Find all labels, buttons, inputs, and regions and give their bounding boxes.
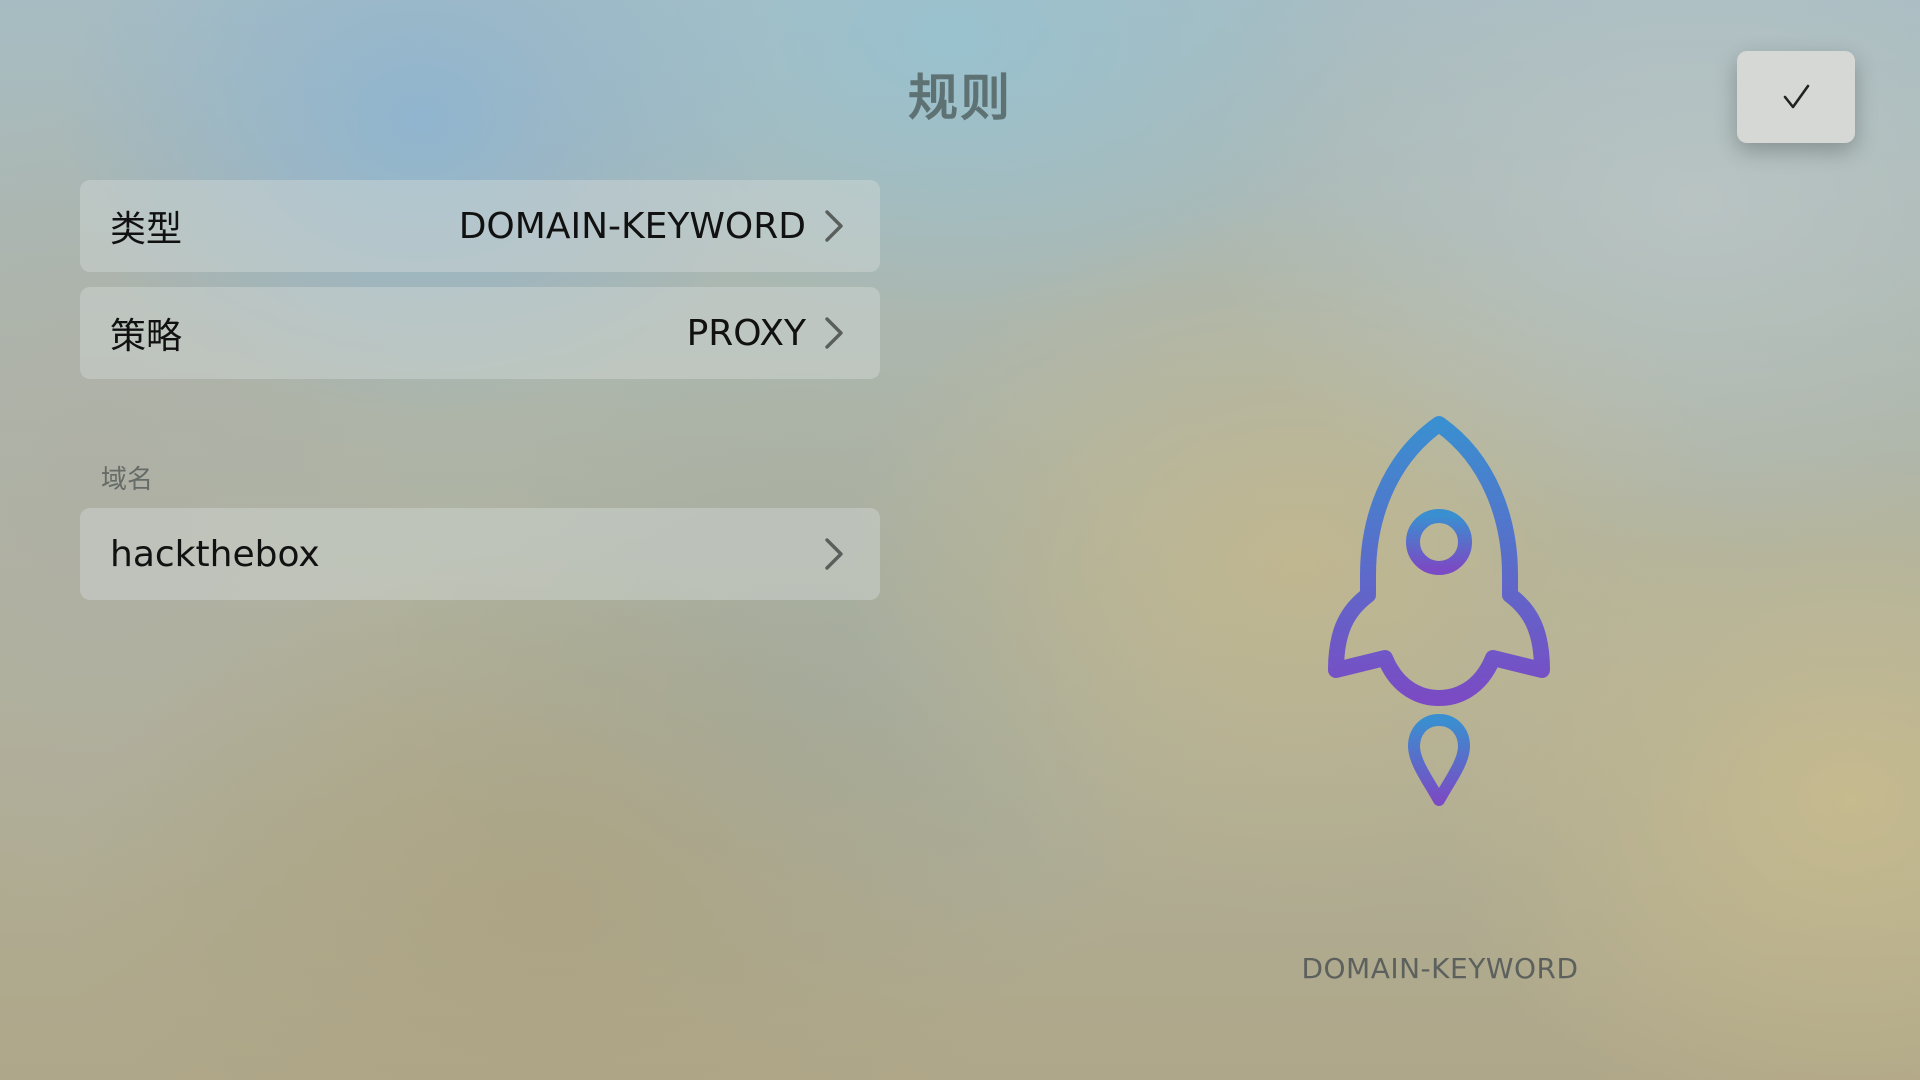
page-title: 规则	[908, 69, 1012, 127]
chevron-right-icon	[822, 315, 846, 351]
policy-row[interactable]: 策略 PROXY	[80, 287, 880, 379]
checkmark-icon	[1783, 84, 1810, 109]
domain-row[interactable]: hackthebox	[80, 508, 880, 600]
chevron-right-icon	[822, 536, 846, 572]
rule-type-row[interactable]: 类型 DOMAIN-KEYWORD	[80, 180, 880, 272]
chevron-right-icon	[822, 208, 846, 244]
policy-value: PROXY	[686, 312, 806, 354]
rocket-icon	[1328, 416, 1550, 806]
domain-value: hackthebox	[110, 533, 320, 575]
rule-type-label: 类型	[110, 209, 183, 250]
done-button[interactable]	[1737, 51, 1855, 143]
policy-label: 策略	[110, 316, 183, 357]
rule-type-value: DOMAIN-KEYWORD	[458, 205, 806, 247]
domain-section-header: 域名	[101, 465, 154, 495]
rule-type-caption: DOMAIN-KEYWORD	[1301, 952, 1579, 985]
